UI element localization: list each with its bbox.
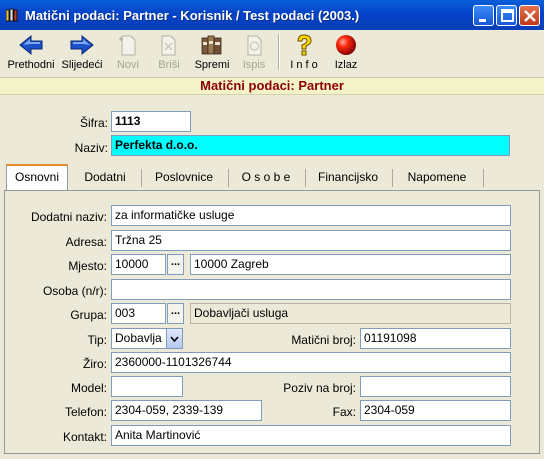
osoba-label: Osoba (n/r): (42, 284, 107, 298)
info-button[interactable]: I n f o (284, 31, 324, 75)
maticni-label: Matični broj: (291, 333, 356, 347)
mjesto-label: Mjesto: (68, 259, 107, 273)
adresa-input[interactable]: Tržna 25 (111, 230, 511, 251)
window-title: Matični podaci: Partner - Korisnik / Tes… (25, 8, 360, 23)
arrow-right-icon (70, 34, 94, 56)
app-icon (6, 8, 18, 22)
dodatni-naziv-label: Dodatni naziv: (30, 210, 107, 224)
binders-save-icon (201, 35, 222, 55)
fax-input[interactable]: 2304-059 (360, 400, 511, 421)
tab-dodatni[interactable]: Dodatni (72, 166, 138, 188)
next-label: Slijedeći (61, 59, 103, 71)
tip-dropdown-button[interactable] (166, 328, 183, 349)
maximize-button[interactable] (496, 5, 517, 26)
tip-select[interactable]: Dobavlja (111, 328, 167, 349)
poziv-input[interactable] (360, 376, 511, 397)
ziro-label: Žiro: (83, 357, 107, 371)
print-label: Ispis (242, 59, 266, 71)
delete-document-icon (161, 35, 176, 56)
prev-button[interactable]: Prethodni (6, 31, 56, 75)
model-input[interactable] (111, 376, 183, 397)
exit-button[interactable]: Izlaz (328, 31, 364, 75)
osoba-input[interactable] (111, 279, 511, 300)
new-document-icon (119, 35, 136, 56)
tab-napomene[interactable]: Napomene (394, 166, 480, 188)
minimize-icon (479, 19, 486, 22)
naziv-label: Naziv: (74, 141, 108, 155)
tab-separator (392, 169, 393, 187)
grupa-code-input[interactable]: 003 (111, 303, 166, 324)
print-button[interactable]: Ispis (236, 31, 272, 75)
telefon-label: Telefon: (64, 405, 107, 419)
maticni-input[interactable]: 01191098 (360, 328, 511, 349)
tip-label: Tip: (87, 333, 107, 347)
save-button[interactable]: Spremi (192, 31, 232, 75)
mjesto-code-input[interactable]: 10000 (111, 254, 166, 275)
info-label: I n f o (290, 59, 318, 71)
prev-label: Prethodni (7, 59, 55, 71)
adresa-label: Adresa: (65, 235, 107, 249)
delete-label: Briši (158, 59, 180, 71)
grupa-name-field: Dobavljači usluga (190, 303, 511, 324)
poziv-label: Poziv na broj: (283, 381, 356, 395)
naziv-input[interactable]: Perfekta d.o.o. (111, 135, 510, 156)
kontakt-label: Kontakt: (62, 430, 107, 444)
mjesto-lookup-button[interactable]: ... (167, 254, 184, 275)
red-ball-exit-icon (336, 35, 356, 55)
minimize-button[interactable] (473, 5, 494, 26)
sifra-label: Šifra: (79, 116, 108, 130)
close-button[interactable] (519, 5, 540, 26)
tab-separator (141, 169, 142, 187)
question-mark-icon (297, 34, 312, 56)
model-label: Model: (70, 381, 107, 395)
form-header: Matični podaci: Partner (0, 78, 544, 95)
mjesto-name-input[interactable]: 10000 Zagreb (190, 254, 511, 275)
toolbar-separator (278, 34, 280, 70)
tab-poslovnice[interactable]: Poslovnice (143, 166, 225, 188)
kontakt-input[interactable]: Anita Martinović (111, 425, 511, 446)
ziro-input[interactable]: 2360000-1101326744 (111, 352, 511, 373)
delete-button[interactable]: Briši (150, 31, 188, 75)
tab-financijsko[interactable]: Financijsko (307, 166, 389, 188)
tab-osnovni[interactable]: Osnovni (6, 164, 68, 190)
arrow-left-icon (19, 34, 43, 56)
close-icon (524, 10, 536, 22)
sifra-input[interactable]: 1113 (111, 111, 191, 132)
tab-separator (483, 169, 484, 187)
save-label: Spremi (194, 59, 230, 71)
telefon-input[interactable]: 2304-059, 2339-139 (111, 400, 262, 421)
next-button[interactable]: Slijedeći (58, 31, 106, 75)
tab-separator (305, 169, 306, 187)
chevron-down-icon (170, 336, 179, 343)
maximize-icon (501, 9, 514, 22)
tab-separator (228, 169, 229, 187)
grupa-lookup-button[interactable]: ... (167, 303, 184, 324)
new-label: Novi (116, 59, 139, 71)
fax-label: Fax: (332, 405, 356, 419)
exit-label: Izlaz (334, 59, 358, 71)
grupa-label: Grupa: (70, 308, 107, 322)
print-icon (247, 35, 262, 56)
dodatni-naziv-input[interactable]: za informatičke usluge (111, 205, 511, 226)
tab-osobe[interactable]: O s o b e (230, 166, 302, 188)
new-button[interactable]: Novi (110, 31, 146, 75)
